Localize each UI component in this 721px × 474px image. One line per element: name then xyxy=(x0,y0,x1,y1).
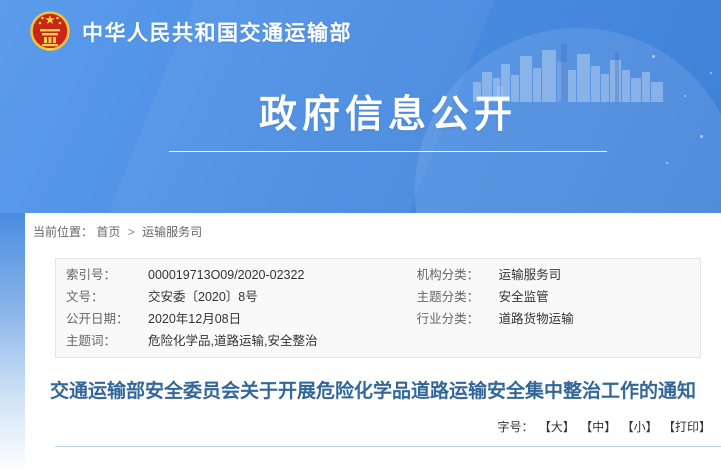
page-title: 政府信息公开 xyxy=(55,94,721,138)
breadcrumb-separator: > xyxy=(128,225,135,239)
font-size-toolbar: 字号： 【大】 【中】 【小】 【打印】 xyxy=(25,419,721,436)
meta-label xyxy=(417,330,499,352)
decorative-dot xyxy=(710,72,712,74)
meta-value: 危险化学品,道路运输,安全整治 xyxy=(148,330,317,352)
meta-value: 000019713O09/2020-02322 xyxy=(148,264,304,286)
meta-row: 文号： 交安委〔2020〕8号 主题分类： 安全监管 xyxy=(56,286,700,308)
meta-value: 道路货物运输 xyxy=(499,308,574,330)
left-gradient-strip xyxy=(0,213,25,474)
document-title: 交通运输部安全委员会关于开展危险化学品道路运输安全集中整治工作的通知 xyxy=(40,380,706,403)
meta-label: 公开日期： xyxy=(66,308,148,330)
meta-label: 行业分类： xyxy=(417,308,499,330)
title-underline xyxy=(169,151,607,152)
print-button[interactable]: 【打印】 xyxy=(663,420,711,434)
meta-cell: 公开日期： 2020年12月08日 xyxy=(56,308,417,330)
content-divider xyxy=(55,446,721,447)
national-emblem-icon xyxy=(30,8,70,56)
meta-cell: 索引号： 000019713O09/2020-02322 xyxy=(56,264,417,286)
meta-cell: 主题词： 危险化学品,道路运输,安全整治 xyxy=(56,330,417,352)
decorative-dot xyxy=(652,55,655,58)
meta-cell: 行业分类： 道路货物运输 xyxy=(417,308,700,330)
meta-value: 运输服务司 xyxy=(499,264,562,286)
meta-value: 2020年12月08日 xyxy=(148,308,241,330)
page-title-block: 政府信息公开 xyxy=(0,94,721,152)
font-large-button[interactable]: 【大】 xyxy=(539,420,575,434)
site-name: 中华人民共和国交通运输部 xyxy=(82,17,352,47)
meta-cell: 文号： 交安委〔2020〕8号 xyxy=(56,286,417,308)
document-meta-table: 索引号： 000019713O09/2020-02322 机构分类： 运输服务司… xyxy=(55,258,701,358)
meta-label: 主题词： xyxy=(66,330,148,352)
site-header: 中华人民共和国交通运输部 政府信息公开 xyxy=(0,0,721,213)
meta-label: 机构分类： xyxy=(417,264,499,286)
meta-cell xyxy=(417,330,700,352)
meta-label: 主题分类： xyxy=(417,286,499,308)
meta-cell: 机构分类： 运输服务司 xyxy=(417,264,700,286)
breadcrumb-home-link[interactable]: 首页 xyxy=(96,225,120,239)
breadcrumb-dept-link[interactable]: 运输服务司 xyxy=(142,225,202,239)
font-medium-button[interactable]: 【中】 xyxy=(580,420,616,434)
meta-value: 安全监管 xyxy=(499,286,549,308)
meta-label: 文号： xyxy=(66,286,148,308)
meta-value: 交安委〔2020〕8号 xyxy=(148,286,258,308)
breadcrumb: 当前位置： 首页 > 运输服务司 xyxy=(25,213,721,241)
meta-cell: 主题分类： 安全监管 xyxy=(417,286,700,308)
font-small-button[interactable]: 【小】 xyxy=(622,420,658,434)
content-panel: 当前位置： 首页 > 运输服务司 索引号： 000019713O09/2020-… xyxy=(25,213,721,474)
font-size-label: 字号： xyxy=(498,420,534,434)
page: 中华人民共和国交通运输部 政府信息公开 当前位置： 首页 > 运输服务司 索引号… xyxy=(0,0,721,474)
meta-row: 主题词： 危险化学品,道路运输,安全整治 xyxy=(56,330,700,352)
site-logo[interactable]: 中华人民共和国交通运输部 xyxy=(30,8,352,56)
meta-row: 索引号： 000019713O09/2020-02322 机构分类： 运输服务司 xyxy=(56,264,700,286)
meta-row: 公开日期： 2020年12月08日 行业分类： 道路货物运输 xyxy=(56,308,700,330)
city-skyline-graphic xyxy=(473,40,673,102)
decorative-dot xyxy=(666,162,668,164)
meta-label: 索引号： xyxy=(66,264,148,286)
breadcrumb-label: 当前位置： xyxy=(33,225,93,239)
